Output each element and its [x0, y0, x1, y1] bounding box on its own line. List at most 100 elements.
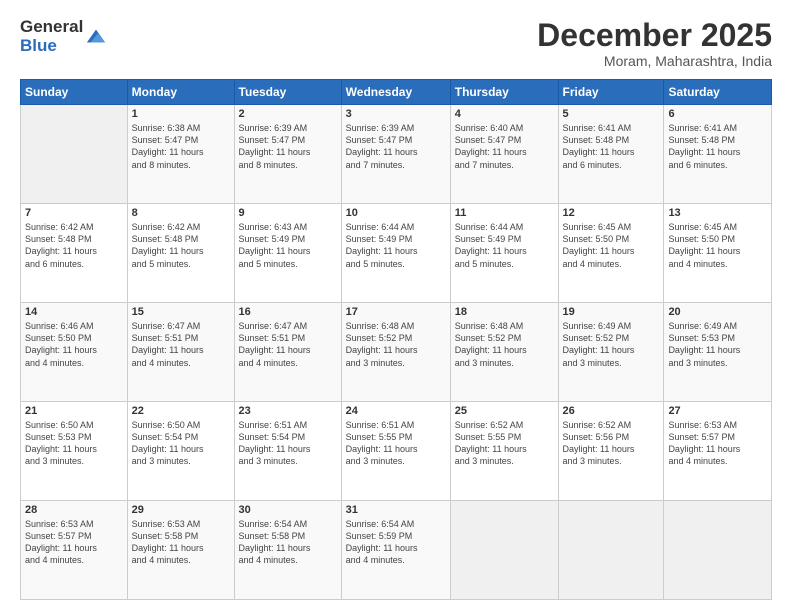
day-number: 18: [455, 306, 554, 318]
title-section: December 2025 Moram, Maharashtra, India: [537, 18, 772, 69]
logo-icon: [85, 26, 107, 48]
day-info: Sunrise: 6:52 AM Sunset: 5:55 PM Dayligh…: [455, 419, 554, 468]
day-number: 9: [239, 207, 337, 219]
day-header-thursday: Thursday: [450, 80, 558, 105]
day-number: 29: [132, 504, 230, 516]
day-number: 27: [668, 405, 767, 417]
day-info: Sunrise: 6:53 AM Sunset: 5:58 PM Dayligh…: [132, 518, 230, 567]
calendar-cell: 12 Sunrise: 6:45 AM Sunset: 5:50 PM Dayli…: [558, 204, 664, 303]
day-number: 14: [25, 306, 123, 318]
day-info: Sunrise: 6:39 AM Sunset: 5:47 PM Dayligh…: [239, 122, 337, 171]
calendar-cell: 26 Sunrise: 6:52 AM Sunset: 5:56 PM Dayli…: [558, 402, 664, 501]
day-number: 16: [239, 306, 337, 318]
calendar-cell: 30 Sunrise: 6:54 AM Sunset: 5:58 PM Dayli…: [234, 501, 341, 600]
calendar-cell: 23 Sunrise: 6:51 AM Sunset: 5:54 PM Dayli…: [234, 402, 341, 501]
calendar-cell: 2Sunrise: 6:39 AM Sunset: 5:47 PM Daylig…: [234, 105, 341, 204]
day-info: Sunrise: 6:48 AM Sunset: 5:52 PM Dayligh…: [455, 320, 554, 369]
calendar-cell: 20 Sunrise: 6:49 AM Sunset: 5:53 PM Dayli…: [664, 303, 772, 402]
day-info: Sunrise: 6:51 AM Sunset: 5:54 PM Dayligh…: [239, 419, 337, 468]
day-number: 20: [668, 306, 767, 318]
day-number: 3: [346, 108, 446, 120]
calendar-cell: 22 Sunrise: 6:50 AM Sunset: 5:54 PM Dayli…: [127, 402, 234, 501]
day-info: Sunrise: 6:45 AM Sunset: 5:50 PM Dayligh…: [668, 221, 767, 270]
day-info: Sunrise: 6:44 AM Sunset: 5:49 PM Dayligh…: [346, 221, 446, 270]
logo-general: General: [20, 18, 83, 37]
calendar-header-row: SundayMondayTuesdayWednesdayThursdayFrid…: [21, 80, 772, 105]
day-header-monday: Monday: [127, 80, 234, 105]
calendar-cell: 10Sunrise: 6:44 AM Sunset: 5:49 PM Dayli…: [341, 204, 450, 303]
day-number: 26: [563, 405, 660, 417]
calendar-cell: 15 Sunrise: 6:47 AM Sunset: 5:51 PM Dayli…: [127, 303, 234, 402]
day-info: Sunrise: 6:49 AM Sunset: 5:53 PM Dayligh…: [668, 320, 767, 369]
day-number: 11: [455, 207, 554, 219]
week-row-3: 14 Sunrise: 6:46 AM Sunset: 5:50 PM Dayli…: [21, 303, 772, 402]
location: Moram, Maharashtra, India: [537, 53, 772, 69]
day-info: Sunrise: 6:48 AM Sunset: 5:52 PM Dayligh…: [346, 320, 446, 369]
day-number: 23: [239, 405, 337, 417]
day-info: Sunrise: 6:47 AM Sunset: 5:51 PM Dayligh…: [239, 320, 337, 369]
day-number: 13: [668, 207, 767, 219]
month-title: December 2025: [537, 18, 772, 53]
week-row-5: 28 Sunrise: 6:53 AM Sunset: 5:57 PM Dayli…: [21, 501, 772, 600]
calendar-cell: [664, 501, 772, 600]
day-info: Sunrise: 6:44 AM Sunset: 5:49 PM Dayligh…: [455, 221, 554, 270]
day-info: Sunrise: 6:42 AM Sunset: 5:48 PM Dayligh…: [132, 221, 230, 270]
day-header-sunday: Sunday: [21, 80, 128, 105]
day-header-friday: Friday: [558, 80, 664, 105]
day-number: 17: [346, 306, 446, 318]
day-info: Sunrise: 6:43 AM Sunset: 5:49 PM Dayligh…: [239, 221, 337, 270]
calendar-cell: 28 Sunrise: 6:53 AM Sunset: 5:57 PM Dayli…: [21, 501, 128, 600]
day-number: 28: [25, 504, 123, 516]
day-number: 25: [455, 405, 554, 417]
day-info: Sunrise: 6:54 AM Sunset: 5:59 PM Dayligh…: [346, 518, 446, 567]
day-header-saturday: Saturday: [664, 80, 772, 105]
calendar-cell: 6 Sunrise: 6:41 AM Sunset: 5:48 PM Daylig…: [664, 105, 772, 204]
day-info: Sunrise: 6:50 AM Sunset: 5:54 PM Dayligh…: [132, 419, 230, 468]
calendar-cell: 5Sunrise: 6:41 AM Sunset: 5:48 PM Daylig…: [558, 105, 664, 204]
calendar-cell: 18 Sunrise: 6:48 AM Sunset: 5:52 PM Dayli…: [450, 303, 558, 402]
day-number: 6: [668, 108, 767, 120]
day-number: 24: [346, 405, 446, 417]
calendar-cell: 8 Sunrise: 6:42 AM Sunset: 5:48 PM Daylig…: [127, 204, 234, 303]
day-info: Sunrise: 6:41 AM Sunset: 5:48 PM Dayligh…: [668, 122, 767, 171]
calendar-cell: 29 Sunrise: 6:53 AM Sunset: 5:58 PM Dayli…: [127, 501, 234, 600]
day-number: 19: [563, 306, 660, 318]
day-header-tuesday: Tuesday: [234, 80, 341, 105]
calendar-cell: 19Sunrise: 6:49 AM Sunset: 5:52 PM Dayli…: [558, 303, 664, 402]
day-number: 8: [132, 207, 230, 219]
day-info: Sunrise: 6:53 AM Sunset: 5:57 PM Dayligh…: [25, 518, 123, 567]
page: General Blue December 2025 Moram, Mahara…: [0, 0, 792, 612]
day-info: Sunrise: 6:54 AM Sunset: 5:58 PM Dayligh…: [239, 518, 337, 567]
calendar-cell: [450, 501, 558, 600]
day-info: Sunrise: 6:38 AM Sunset: 5:47 PM Dayligh…: [132, 122, 230, 171]
day-info: Sunrise: 6:47 AM Sunset: 5:51 PM Dayligh…: [132, 320, 230, 369]
day-info: Sunrise: 6:45 AM Sunset: 5:50 PM Dayligh…: [563, 221, 660, 270]
calendar-cell: 13 Sunrise: 6:45 AM Sunset: 5:50 PM Dayli…: [664, 204, 772, 303]
week-row-2: 7 Sunrise: 6:42 AM Sunset: 5:48 PM Daylig…: [21, 204, 772, 303]
calendar-cell: 9 Sunrise: 6:43 AM Sunset: 5:49 PM Daylig…: [234, 204, 341, 303]
day-info: Sunrise: 6:46 AM Sunset: 5:50 PM Dayligh…: [25, 320, 123, 369]
calendar-cell: 1Sunrise: 6:38 AM Sunset: 5:47 PM Daylig…: [127, 105, 234, 204]
calendar-cell: 11 Sunrise: 6:44 AM Sunset: 5:49 PM Dayli…: [450, 204, 558, 303]
calendar-cell: 17 Sunrise: 6:48 AM Sunset: 5:52 PM Dayli…: [341, 303, 450, 402]
calendar-cell: [21, 105, 128, 204]
logo: General Blue: [20, 18, 107, 55]
week-row-1: 1Sunrise: 6:38 AM Sunset: 5:47 PM Daylig…: [21, 105, 772, 204]
calendar-cell: 27Sunrise: 6:53 AM Sunset: 5:57 PM Dayli…: [664, 402, 772, 501]
calendar-cell: 16 Sunrise: 6:47 AM Sunset: 5:51 PM Dayli…: [234, 303, 341, 402]
day-number: 5: [563, 108, 660, 120]
week-row-4: 21Sunrise: 6:50 AM Sunset: 5:53 PM Dayli…: [21, 402, 772, 501]
calendar-cell: 31Sunrise: 6:54 AM Sunset: 5:59 PM Dayli…: [341, 501, 450, 600]
calendar-table: SundayMondayTuesdayWednesdayThursdayFrid…: [20, 79, 772, 600]
day-number: 21: [25, 405, 123, 417]
calendar-cell: 25 Sunrise: 6:52 AM Sunset: 5:55 PM Dayli…: [450, 402, 558, 501]
day-number: 7: [25, 207, 123, 219]
day-number: 22: [132, 405, 230, 417]
day-number: 12: [563, 207, 660, 219]
day-number: 4: [455, 108, 554, 120]
calendar-cell: 3Sunrise: 6:39 AM Sunset: 5:47 PM Daylig…: [341, 105, 450, 204]
day-number: 30: [239, 504, 337, 516]
day-number: 15: [132, 306, 230, 318]
calendar-cell: [558, 501, 664, 600]
day-info: Sunrise: 6:52 AM Sunset: 5:56 PM Dayligh…: [563, 419, 660, 468]
